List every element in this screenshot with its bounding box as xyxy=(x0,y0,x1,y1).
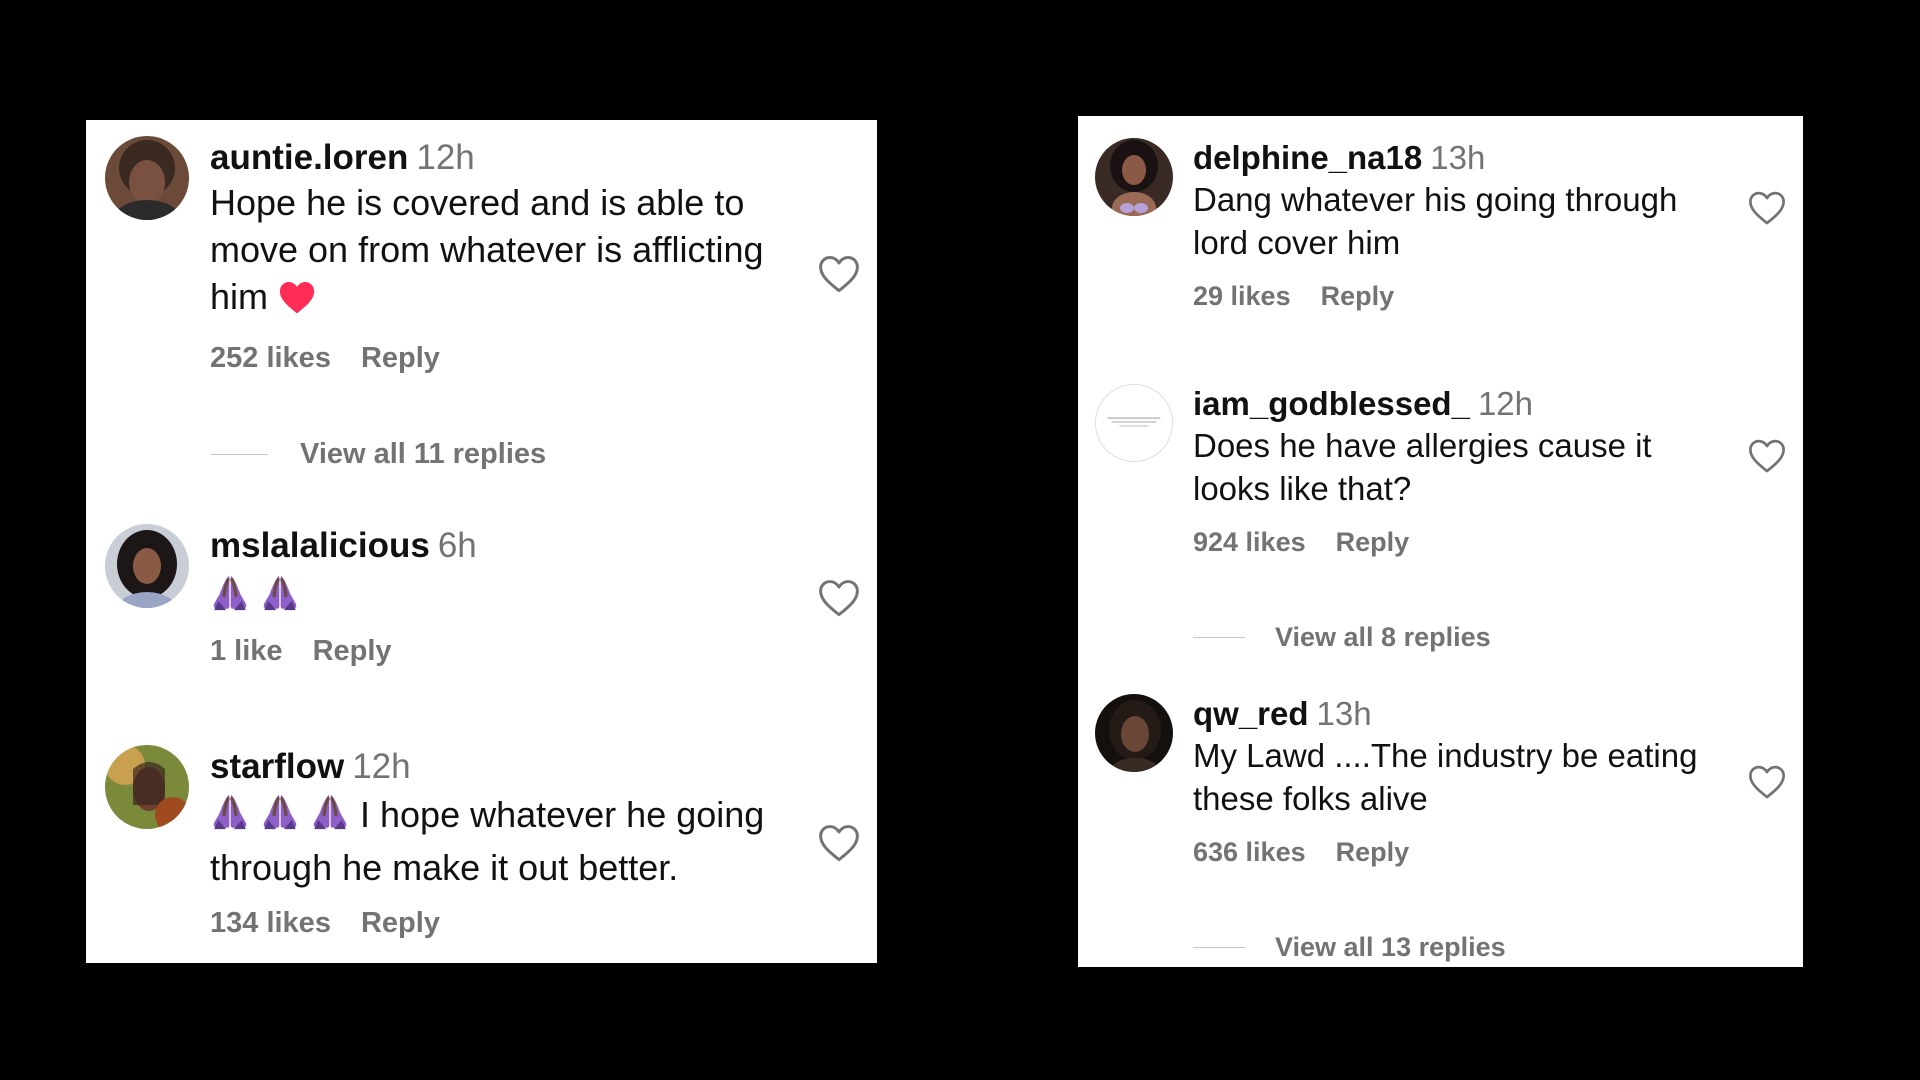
comments-panel-right: delphine_na18 13h Dang whatever his going… xyxy=(1078,116,1803,967)
avatar[interactable] xyxy=(1095,694,1173,772)
comment-line: him xyxy=(210,276,269,317)
comments-panel-left: auntie.loren 12h Hope he is covered and i… xyxy=(86,120,877,963)
comment-text: My Lawd ....The industry be eating these… xyxy=(1193,734,1733,820)
comment-body: iam_godblessed_ 12h Does he have allergie… xyxy=(1193,384,1733,558)
comment-text xyxy=(210,572,790,619)
username[interactable]: starflow xyxy=(210,747,344,786)
comment-line: My Lawd ....The industry be eating xyxy=(1193,737,1698,774)
avatar[interactable] xyxy=(1095,138,1173,216)
comment-line: Dang whatever his going through xyxy=(1193,181,1678,218)
comment-line: looks like that? xyxy=(1193,470,1412,507)
like-heart-icon[interactable] xyxy=(818,254,860,294)
likes-count[interactable]: 636 likes xyxy=(1193,837,1306,867)
username[interactable]: mslalalicious xyxy=(210,526,430,565)
timestamp: 12h xyxy=(1477,385,1534,422)
comment-meta: 1 like Reply xyxy=(210,635,790,668)
reply-button[interactable]: Reply xyxy=(361,342,440,374)
like-heart-icon[interactable] xyxy=(1748,190,1786,226)
folded-hands-emoji-icon xyxy=(210,791,250,844)
avatar[interactable] xyxy=(105,524,189,608)
timestamp: 6h xyxy=(437,526,477,565)
timestamp: 13h xyxy=(1430,139,1486,176)
comment-line: I hope whatever he going xyxy=(360,794,765,835)
comment-meta: 924 likes Reply xyxy=(1193,527,1733,558)
comment-meta: 252 likes Reply xyxy=(210,342,790,375)
like-heart-icon[interactable] xyxy=(1748,764,1786,800)
comment-text: Does he have allergies cause it looks li… xyxy=(1193,424,1733,510)
like-heart-icon[interactable] xyxy=(1748,438,1786,474)
replies-divider xyxy=(1193,947,1245,948)
comment-meta: 29 likes Reply xyxy=(1193,281,1733,312)
folded-hands-emoji-icon xyxy=(210,572,250,625)
red-heart-emoji-icon xyxy=(278,279,316,326)
like-heart-icon[interactable] xyxy=(818,823,860,863)
likes-count[interactable]: 252 likes xyxy=(210,342,331,374)
comment-line: Hope he is covered and is able to xyxy=(210,182,745,223)
reply-button[interactable]: Reply xyxy=(1321,281,1395,311)
comment-text: Hope he is covered and is able to move o… xyxy=(210,179,790,326)
like-heart-icon[interactable] xyxy=(818,578,860,618)
comment-body: starflow 12h I hope whatever he going thr… xyxy=(210,745,790,940)
folded-hands-emoji-icon xyxy=(260,572,300,625)
timestamp: 12h xyxy=(416,138,475,177)
view-replies-link[interactable]: View all 13 replies xyxy=(1193,932,1506,963)
reply-button[interactable]: Reply xyxy=(313,635,392,667)
reply-button[interactable]: Reply xyxy=(1336,527,1410,557)
reply-button[interactable]: Reply xyxy=(361,907,440,939)
folded-hands-emoji-icon xyxy=(260,791,300,844)
comment-body: qw_red 13h My Lawd ....The industry be ea… xyxy=(1193,694,1733,868)
timestamp: 12h xyxy=(352,747,411,786)
username[interactable]: qw_red xyxy=(1193,695,1309,732)
view-replies-link[interactable]: View all 8 replies xyxy=(1193,622,1491,653)
likes-count[interactable]: 924 likes xyxy=(1193,527,1306,557)
folded-hands-emoji-icon xyxy=(310,791,350,844)
avatar[interactable] xyxy=(105,745,189,829)
comment-body: delphine_na18 13h Dang whatever his going… xyxy=(1193,138,1733,312)
comment-line: Does he have allergies cause it xyxy=(1193,427,1652,464)
username[interactable]: auntie.loren xyxy=(210,138,408,177)
username[interactable]: delphine_na18 xyxy=(1193,139,1422,176)
avatar[interactable] xyxy=(1095,384,1173,462)
reply-button[interactable]: Reply xyxy=(1336,837,1410,867)
comment-meta: 134 likes Reply xyxy=(210,907,790,940)
comment-line: move on from whatever is afflicting xyxy=(210,229,764,270)
comment-text: Dang whatever his going through lord cov… xyxy=(1193,178,1733,264)
view-replies-link[interactable]: View all 11 replies xyxy=(210,438,546,471)
username[interactable]: iam_godblessed_ xyxy=(1193,385,1470,422)
likes-count[interactable]: 1 like xyxy=(210,635,283,667)
likes-count[interactable]: 134 likes xyxy=(210,907,331,939)
comment-line: through he make it out better. xyxy=(210,847,679,888)
comment-line: lord cover him xyxy=(1193,224,1401,261)
comment-meta: 636 likes Reply xyxy=(1193,837,1733,868)
timestamp: 13h xyxy=(1316,695,1372,732)
replies-divider xyxy=(1193,637,1245,638)
comment-text: I hope whatever he going through he make… xyxy=(210,791,790,891)
avatar[interactable] xyxy=(105,136,189,220)
comment-body: mslalalicious 6h 1 like Reply xyxy=(210,524,790,668)
likes-count[interactable]: 29 likes xyxy=(1193,281,1291,311)
replies-divider xyxy=(210,454,268,455)
comment-body: auntie.loren 12h Hope he is covered and i… xyxy=(210,136,790,375)
comment-line: these folks alive xyxy=(1193,780,1428,817)
